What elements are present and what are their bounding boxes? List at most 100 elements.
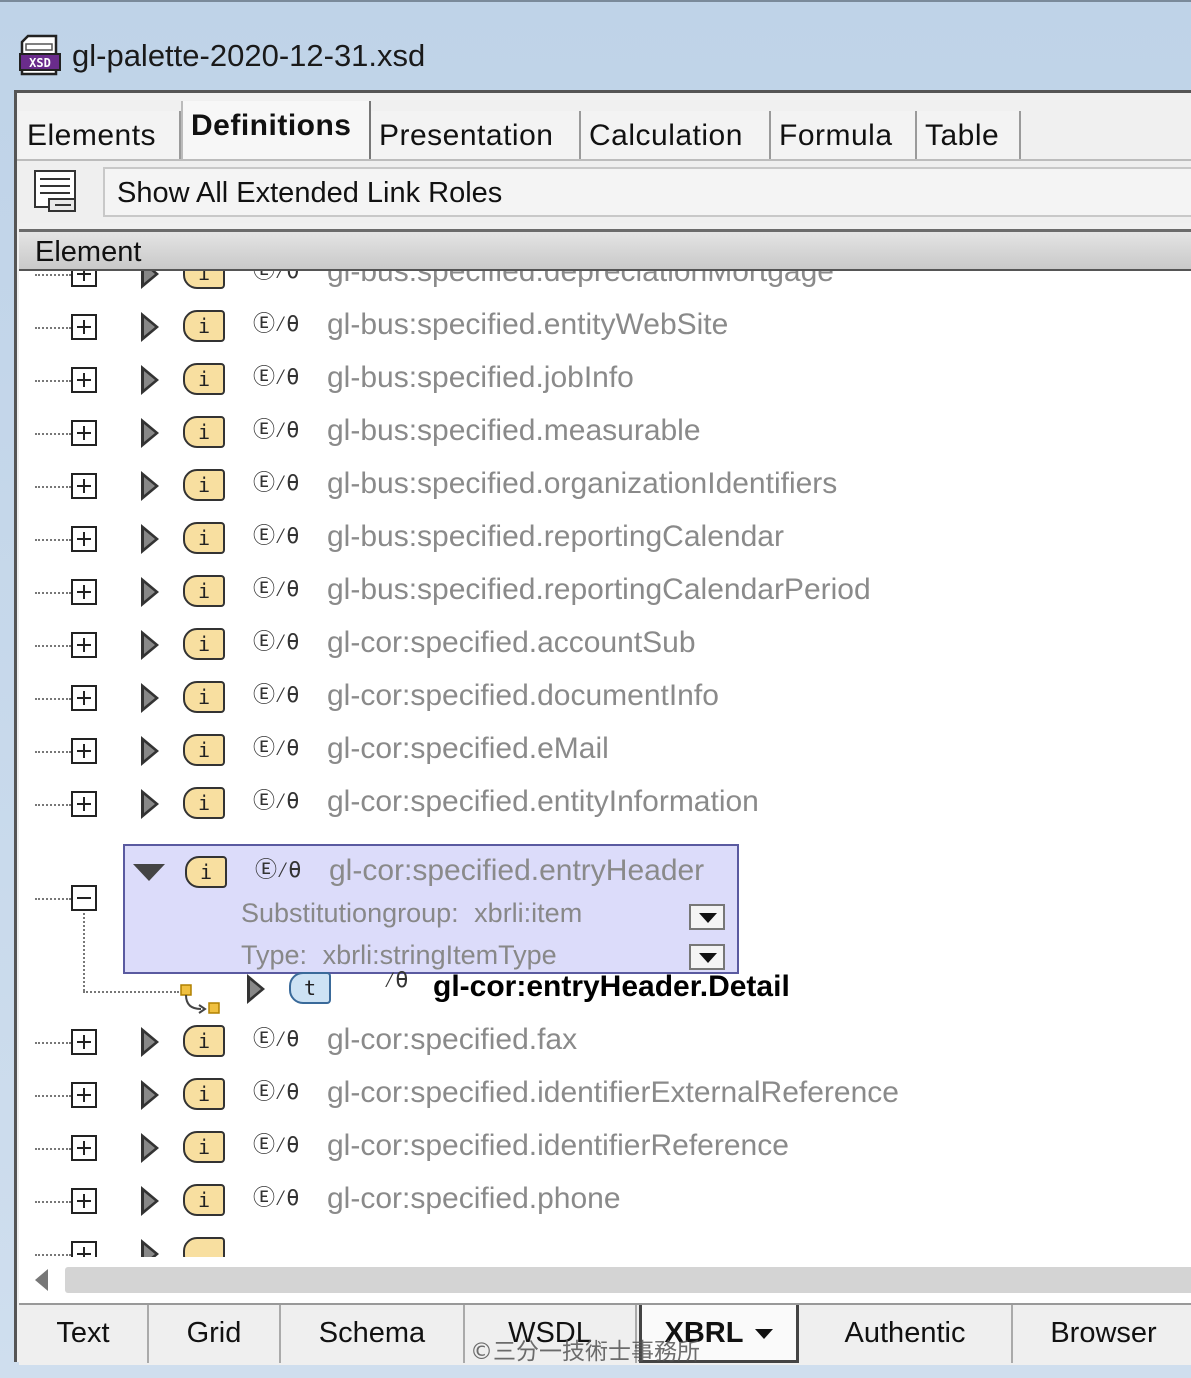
tab-table[interactable]: Table (917, 111, 1021, 161)
link-roles-icon[interactable] (31, 167, 83, 217)
column-header[interactable]: Element (19, 229, 1191, 271)
expand-icon[interactable] (71, 632, 97, 658)
view-tab-text[interactable]: Text (19, 1305, 149, 1363)
expand-icon[interactable] (71, 1029, 97, 1055)
expand-arrow-icon[interactable] (141, 577, 159, 607)
tree-row[interactable]: i Ⓔ⁄θ gl-bus:specified.organizationIdent… (19, 459, 1191, 512)
tree-row[interactable]: i Ⓔ⁄θ gl-bus:specified.entityWebSite (19, 300, 1191, 353)
tab-presentation[interactable]: Presentation (371, 111, 581, 161)
tab-calculation[interactable]: Calculation (581, 111, 771, 161)
element-name[interactable]: gl-cor:specified.documentInfo (327, 679, 719, 713)
expand-icon[interactable] (71, 738, 97, 764)
expand-arrow-icon[interactable] (141, 1186, 159, 1216)
tree-row[interactable]: i Ⓔ⁄θ gl-cor:specified.identifierExterna… (19, 1068, 1191, 1121)
substitution-group-dropdown[interactable] (689, 904, 725, 930)
expand-arrow-icon[interactable] (141, 1080, 159, 1110)
expand-arrow-icon[interactable] (247, 974, 265, 1004)
element-name[interactable]: gl-cor:specified.fax (327, 1023, 577, 1057)
element-name[interactable]: gl-bus:specified.measurable (327, 414, 701, 448)
expand-arrow-icon[interactable] (141, 524, 159, 554)
tree-row[interactable]: i Ⓔ⁄θ gl-cor:specified.entityInformation (19, 777, 1191, 830)
tab-formula[interactable]: Formula (771, 111, 917, 161)
expand-arrow-icon[interactable] (141, 1133, 159, 1163)
scrollbar-thumb[interactable] (65, 1267, 1191, 1293)
tree-row[interactable]: i Ⓔ⁄θ gl-bus:specified.depreciationMortg… (19, 271, 1191, 300)
tree-row[interactable]: i Ⓔ⁄θ gl-cor:specified.eMail (19, 724, 1191, 777)
expand-arrow-icon[interactable] (141, 1027, 159, 1057)
tree-row[interactable]: i Ⓔ⁄θ gl-cor:specified.documentInfo (19, 671, 1191, 724)
expand-icon[interactable] (71, 1082, 97, 1108)
tree-row[interactable] (19, 1227, 1191, 1257)
expand-arrow-icon[interactable] (141, 418, 159, 448)
expand-arrow-icon[interactable] (141, 312, 159, 342)
expand-arrow-icon[interactable] (141, 365, 159, 395)
tree-row[interactable]: i Ⓔ⁄θ gl-cor:specified.identifierReferen… (19, 1121, 1191, 1174)
expand-icon[interactable] (71, 473, 97, 499)
tree-connector (35, 1095, 71, 1097)
expand-icon[interactable] (71, 1241, 97, 1257)
tree-row[interactable]: i Ⓔ⁄θ gl-cor:specified.fax (19, 1015, 1191, 1068)
view-tab-schema[interactable]: Schema (281, 1305, 465, 1363)
item-type-icon: i (183, 575, 225, 607)
horizontal-scrollbar[interactable] (19, 1257, 1191, 1303)
tree-row[interactable]: i Ⓔ⁄θ gl-bus:specified.measurable (19, 406, 1191, 459)
properties-icon: Ⓔ⁄θ (253, 683, 299, 708)
expand-arrow-icon[interactable] (141, 789, 159, 819)
collapse-arrow-icon[interactable] (133, 864, 165, 881)
expand-arrow-icon[interactable] (141, 683, 159, 713)
expand-icon[interactable] (71, 791, 97, 817)
element-name[interactable]: gl-bus:specified.entityWebSite (327, 308, 728, 342)
element-name[interactable]: gl-cor:specified.identifierReference (327, 1129, 789, 1163)
expand-icon[interactable] (71, 367, 97, 393)
expand-icon[interactable] (71, 526, 97, 552)
element-name[interactable]: gl-cor:specified.accountSub (327, 626, 696, 660)
tree-row-child[interactable]: t ⁄θ gl-cor:entryHeader.Detail (19, 962, 1191, 1015)
element-name[interactable]: gl-cor:specified.eMail (327, 732, 609, 766)
item-type-icon: i (183, 1131, 225, 1163)
tree-row[interactable]: i Ⓔ⁄θ gl-bus:specified.jobInfo (19, 353, 1191, 406)
element-name[interactable]: gl-cor:specified.identifierExternalRefer… (327, 1076, 899, 1110)
element-name[interactable]: gl-bus:specified.reportingCalendarPeriod (327, 573, 871, 607)
expand-arrow-icon[interactable] (141, 471, 159, 501)
expand-icon[interactable] (71, 1135, 97, 1161)
expand-icon[interactable] (71, 579, 97, 605)
view-tab-browser[interactable]: Browser (1013, 1305, 1191, 1363)
expand-icon[interactable] (71, 1188, 97, 1214)
expand-arrow-icon[interactable] (141, 271, 159, 289)
view-tab-grid[interactable]: Grid (149, 1305, 281, 1363)
tree-row-expanded[interactable]: i Ⓔ⁄θ gl-cor:specified.entryHeader (123, 846, 735, 899)
expanded-element-panel[interactable]: i Ⓔ⁄θ gl-cor:specified.entryHeader Subst… (123, 844, 739, 974)
element-name[interactable]: gl-bus:specified.organizationIdentifiers (327, 467, 837, 501)
tree-connector (35, 1148, 71, 1150)
element-name[interactable]: gl-bus:specified.depreciationMortgage (327, 271, 834, 289)
expand-icon[interactable] (71, 271, 97, 287)
chevron-down-icon[interactable] (755, 1329, 774, 1340)
expand-arrow-icon[interactable] (141, 630, 159, 660)
element-name[interactable]: gl-bus:specified.jobInfo (327, 361, 634, 395)
collapse-icon[interactable] (71, 885, 97, 911)
properties-icon: Ⓔ⁄θ (253, 577, 299, 602)
properties-icon: ⁄θ (383, 968, 408, 993)
element-name[interactable]: gl-cor:specified.phone (327, 1182, 621, 1216)
tree-row[interactable]: i Ⓔ⁄θ gl-bus:specified.reportingCalendar… (19, 565, 1191, 618)
tree-row[interactable]: i Ⓔ⁄θ gl-cor:specified.accountSub (19, 618, 1191, 671)
document-titlebar: XSD gl-palette-2020-12-31.xsd (0, 2, 1191, 90)
element-name[interactable]: gl-cor:specified.entityInformation (327, 785, 759, 819)
tree-row[interactable]: i Ⓔ⁄θ gl-cor:specified.phone (19, 1174, 1191, 1227)
expand-arrow-icon[interactable] (141, 1239, 159, 1257)
expand-icon[interactable] (71, 685, 97, 711)
tab-elements[interactable]: Elements (19, 111, 181, 161)
element-name[interactable]: gl-bus:specified.reportingCalendar (327, 520, 784, 554)
link-roles-selector[interactable]: Show All Extended Link Roles (103, 167, 1191, 217)
view-tab-authentic[interactable]: Authentic (799, 1305, 1013, 1363)
tab-definitions[interactable]: Definitions (181, 101, 371, 161)
item-type-icon: i (183, 416, 225, 448)
scroll-left-icon[interactable] (35, 1269, 48, 1291)
expand-icon[interactable] (71, 420, 97, 446)
element-name[interactable]: gl-cor:specified.entryHeader (329, 854, 704, 888)
properties-icon: Ⓔ⁄θ (253, 418, 299, 443)
element-name[interactable]: gl-cor:entryHeader.Detail (433, 970, 790, 1004)
expand-arrow-icon[interactable] (141, 736, 159, 766)
tree-row[interactable]: i Ⓔ⁄θ gl-bus:specified.reportingCalendar (19, 512, 1191, 565)
expand-icon[interactable] (71, 314, 97, 340)
